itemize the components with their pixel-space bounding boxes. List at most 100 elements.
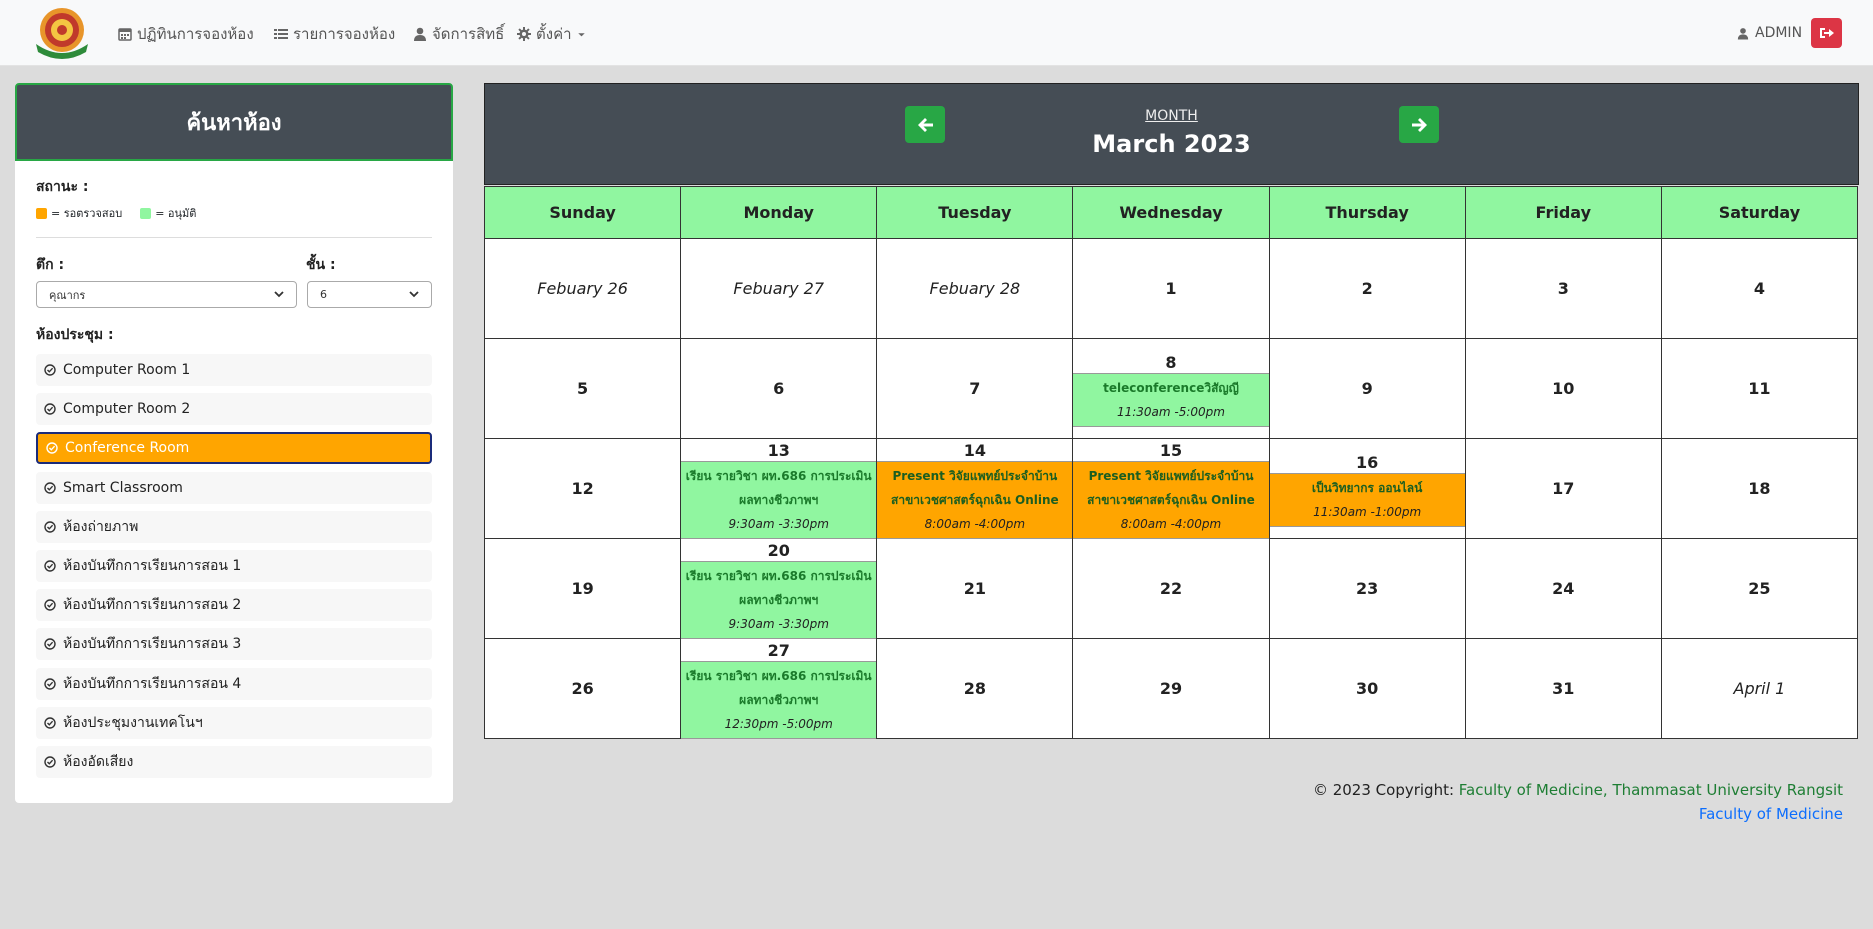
copyright-text: © 2023 Copyright:: [1312, 781, 1459, 799]
room-item[interactable]: Computer Room 2: [36, 393, 432, 426]
month-title: March 2023: [1092, 130, 1251, 158]
calendar-day-cell[interactable]: 4: [1660, 238, 1859, 339]
day-events-wrap: 20 เรียน รายวิชา ผท.686 การประเมินผลทางชี…: [681, 539, 877, 639]
nav-calendar-link[interactable]: ปฏิทินการจองห้อง: [118, 22, 254, 46]
calendar-day-cell[interactable]: 12: [483, 438, 682, 539]
calendar-day-cell[interactable]: 30: [1268, 638, 1466, 739]
booking-event[interactable]: เรียน รายวิชา ผท.686 การประเมินผลทางชีวภ…: [681, 661, 877, 739]
calendar-week-row: 5 6 7 8 teleconferenceวิสัญญี 11:30am -5:00pm…: [483, 338, 1859, 439]
room-item[interactable]: Smart Classroom: [36, 471, 432, 504]
user-menu[interactable]: ADMIN: [1737, 25, 1802, 41]
room-label: Smart Classroom: [63, 479, 183, 496]
calendar-day-cell[interactable]: 29: [1072, 638, 1270, 739]
event-time: 11:30am -5:00pm: [1116, 405, 1225, 419]
university-logo[interactable]: [30, 6, 94, 60]
booking-event[interactable]: teleconferenceวิสัญญี 11:30am -5:00pm: [1073, 373, 1269, 427]
booking-event[interactable]: Present วิจัยแพทย์ประจำบ้าน สาขาเวชศาสตร…: [1073, 461, 1269, 539]
calendar-day-cell[interactable]: 10: [1464, 338, 1662, 439]
calendar-icon: [118, 28, 132, 41]
calendar-day-cell[interactable]: 6: [680, 338, 878, 439]
room-label: ห้องถ่ายภาพ: [63, 518, 139, 535]
calendar-day-cell[interactable]: 5: [483, 338, 682, 439]
calendar-day-cell[interactable]: 21: [876, 538, 1074, 639]
booking-event[interactable]: เรียน รายวิชา ผท.686 การประเมินผลทางชีวภ…: [681, 461, 877, 539]
day-number: Febuary 26: [537, 279, 628, 298]
calendar-grid: Sunday Monday Tuesday Wednesday Thursday Frid…: [483, 186, 1859, 739]
day-number: 14: [963, 441, 986, 460]
calendar-day-cell[interactable]: 22: [1072, 538, 1270, 639]
room-item[interactable]: Computer Room 1: [36, 354, 432, 386]
calendar-day-cell[interactable]: 20 เรียน รายวิชา ผท.686 การประเมินผลทางชี…: [680, 538, 878, 639]
nav-booking-list-link[interactable]: รายการจองห้อง: [274, 22, 395, 46]
calendar-day-cell[interactable]: 24: [1464, 538, 1662, 639]
day-number: 29: [1159, 679, 1183, 698]
room-item[interactable]: ห้องประชุมงานเทคโนฯ: [36, 706, 432, 739]
calendar-day-cell[interactable]: 27 เรียน รายวิชา ผท.686 การประเมินผลทางชี…: [680, 638, 878, 739]
calendar-day-cell[interactable]: 14 Present วิจัยแพทย์ประจำบ้าน สาขาเวชศาส…: [876, 438, 1074, 539]
booking-event[interactable]: เป็นวิทยากร ออนไลน์ 11:30am -1:00pm: [1269, 473, 1465, 527]
calendar-day-cell[interactable]: 17: [1464, 438, 1662, 539]
calendar-day-cell[interactable]: Febuary 28: [876, 238, 1074, 339]
calendar-day-cell[interactable]: 25: [1660, 538, 1859, 639]
day-number: 22: [1159, 579, 1183, 598]
room-item[interactable]: ห้องบันทึกการเรียนการสอน 1: [36, 550, 432, 582]
booking-event[interactable]: Present วิจัยแพทย์ประจำบ้าน สาขาเวชศาสตร…: [877, 461, 1073, 539]
calendar-day-cell[interactable]: 31: [1464, 638, 1662, 739]
day-number: 17: [1552, 479, 1575, 498]
day-number: 23: [1356, 579, 1379, 598]
calendar-day-cell[interactable]: 2: [1268, 238, 1466, 339]
nav-settings-dropdown[interactable]: ตั้งค่า: [517, 22, 586, 46]
calendar-day-cell[interactable]: 23: [1268, 538, 1466, 639]
building-select[interactable]: คุณากร: [36, 281, 297, 308]
room-item[interactable]: ห้องบันทึกการเรียนการสอน 2: [36, 589, 432, 622]
calendar-day-cell[interactable]: 1: [1072, 238, 1270, 339]
room-item[interactable]: ห้องบันทึกการเรียนการสอน 3: [36, 628, 432, 661]
view-mode-link[interactable]: MONTH: [485, 108, 1858, 124]
next-month-button[interactable]: [1399, 106, 1439, 143]
user-name: ADMIN: [1755, 25, 1803, 41]
weekday-header: Saturday: [1660, 186, 1859, 239]
check-circle-icon: [44, 756, 56, 768]
status-legend: = รอตรวจสอบ = อนุมัติ: [36, 204, 196, 222]
day-number: 3: [1557, 279, 1569, 298]
calendar-day-cell[interactable]: Febuary 27: [680, 238, 878, 339]
calendar-day-cell[interactable]: 15 Present วิจัยแพทย์ประจำบ้าน สาขาเวชศาส…: [1072, 438, 1270, 539]
day-number: 24: [1552, 579, 1575, 598]
calendar-day-cell[interactable]: 26: [483, 638, 682, 739]
calendar-day-cell[interactable]: 9: [1268, 338, 1466, 439]
sign-out-icon: [1819, 28, 1834, 38]
calendar-day-cell[interactable]: 13 เรียน รายวิชา ผท.686 การประเมินผลทางชี…: [680, 438, 878, 539]
event-time: 11:30am -1:00pm: [1313, 505, 1422, 519]
floor-select[interactable]: 6: [307, 281, 432, 308]
nav-permissions-link[interactable]: จัดการสิทธิ์: [413, 22, 504, 46]
day-number: 4: [1753, 279, 1765, 298]
check-circle-icon: [44, 560, 56, 572]
day-events-wrap: 13 เรียน รายวิชา ผท.686 การประเมินผลทางชี…: [681, 439, 877, 539]
calendar-day-cell[interactable]: 28: [876, 638, 1074, 739]
footer-link[interactable]: Faculty of Medicine: [1699, 805, 1843, 823]
weekday-header: Friday: [1464, 186, 1662, 239]
calendar-day-cell[interactable]: Febuary 26: [483, 238, 682, 339]
calendar-day-cell[interactable]: April 1: [1660, 638, 1859, 739]
room-item[interactable]: ห้องอัดเสียง: [36, 746, 432, 778]
day-number: April 1: [1733, 679, 1786, 698]
room-label: ห้องประชุมงานเทคโนฯ: [63, 714, 203, 731]
room-item[interactable]: ห้องถ่ายภาพ: [36, 510, 432, 543]
booking-event[interactable]: เรียน รายวิชา ผท.686 การประเมินผลทางชีวภ…: [681, 561, 877, 639]
list-icon: [274, 29, 288, 39]
day-events-wrap: 16 เป็นวิทยากร ออนไลน์ 11:30am -1:00pm: [1269, 439, 1465, 538]
room-item[interactable]: ห้องบันทึกการเรียนการสอน 4: [36, 667, 432, 700]
weekday-header: Wednesday: [1072, 186, 1270, 239]
logout-button[interactable]: [1811, 18, 1842, 48]
event-title: Present วิจัยแพทย์ประจำบ้าน สาขาเวชศาสตร…: [891, 469, 1059, 507]
calendar-day-cell[interactable]: 8 teleconferenceวิสัญญี 11:30am -5:00pm: [1072, 338, 1270, 439]
calendar-day-cell[interactable]: 7: [876, 338, 1074, 439]
room-item[interactable]: Conference Room: [36, 432, 432, 465]
calendar-day-cell[interactable]: 19: [483, 538, 682, 639]
calendar-day-cell[interactable]: 3: [1464, 238, 1662, 339]
day-number: 15: [1159, 441, 1183, 460]
calendar-day-cell[interactable]: 11: [1660, 338, 1859, 439]
calendar-day-cell[interactable]: 18: [1660, 438, 1859, 539]
day-events-wrap: 27 เรียน รายวิชา ผท.686 การประเมินผลทางชี…: [681, 639, 877, 739]
calendar-day-cell[interactable]: 16 เป็นวิทยากร ออนไลน์ 11:30am -1:00pm: [1268, 438, 1466, 539]
